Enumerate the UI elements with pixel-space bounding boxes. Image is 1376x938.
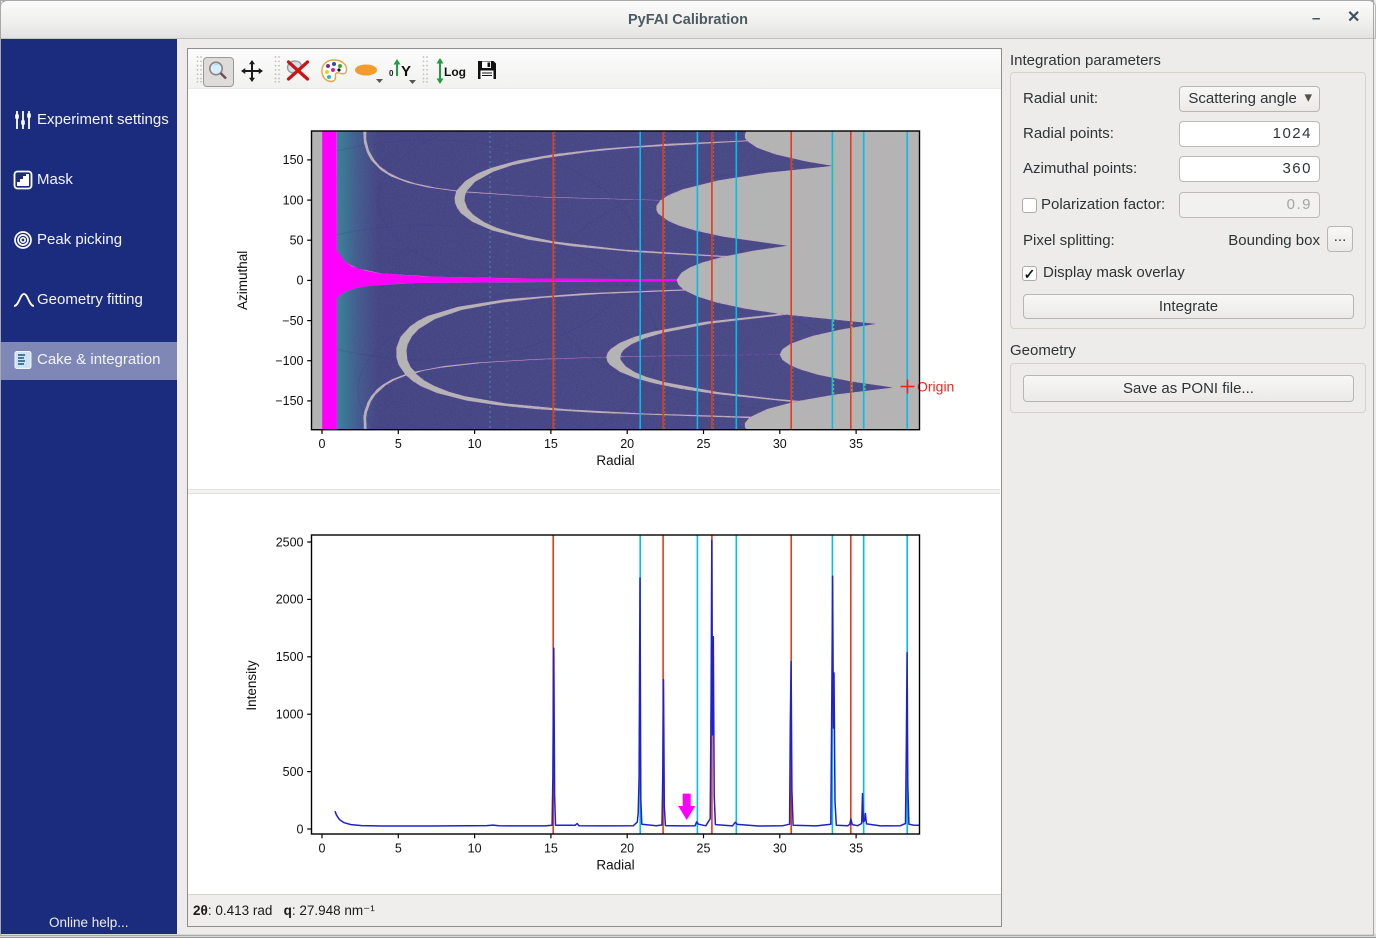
svg-text:35: 35: [849, 437, 863, 451]
svg-text:25: 25: [697, 437, 711, 451]
svg-text:5: 5: [395, 437, 402, 451]
svg-text:10: 10: [468, 842, 482, 856]
svg-text:30: 30: [773, 437, 787, 451]
svg-text:Log: Log: [444, 65, 466, 79]
svg-text:25: 25: [697, 842, 711, 856]
svg-text:100: 100: [283, 193, 304, 207]
svg-text:150: 150: [283, 153, 304, 167]
svg-text:30: 30: [773, 842, 787, 856]
svg-text:5: 5: [395, 842, 402, 856]
svg-text:2500: 2500: [276, 535, 304, 549]
svg-text:−50: −50: [282, 314, 303, 328]
svg-text:0: 0: [389, 69, 394, 78]
svg-text:15: 15: [544, 437, 558, 451]
svg-text:2000: 2000: [276, 593, 304, 607]
svg-text:1000: 1000: [276, 708, 304, 722]
svg-text:0: 0: [297, 274, 304, 288]
svg-text:0: 0: [297, 822, 304, 836]
svg-text:1500: 1500: [276, 650, 304, 664]
svg-text:Radial: Radial: [596, 453, 634, 468]
svg-text:Radial: Radial: [596, 858, 634, 873]
svg-text:0: 0: [319, 842, 326, 856]
svg-text:−100: −100: [275, 354, 303, 368]
svg-text:0: 0: [319, 437, 326, 451]
svg-text:500: 500: [283, 765, 304, 779]
svg-text:35: 35: [849, 842, 863, 856]
svg-text:Y: Y: [401, 63, 411, 80]
svg-text:15: 15: [544, 842, 558, 856]
svg-text:Azimuthal: Azimuthal: [235, 251, 250, 310]
svg-text:Origin: Origin: [917, 379, 954, 395]
svg-text:50: 50: [290, 234, 304, 248]
svg-text:10: 10: [468, 437, 482, 451]
svg-text:20: 20: [620, 437, 634, 451]
svg-text:−150: −150: [275, 394, 303, 408]
svg-text:20: 20: [620, 842, 634, 856]
svg-text:Intensity: Intensity: [244, 660, 259, 711]
